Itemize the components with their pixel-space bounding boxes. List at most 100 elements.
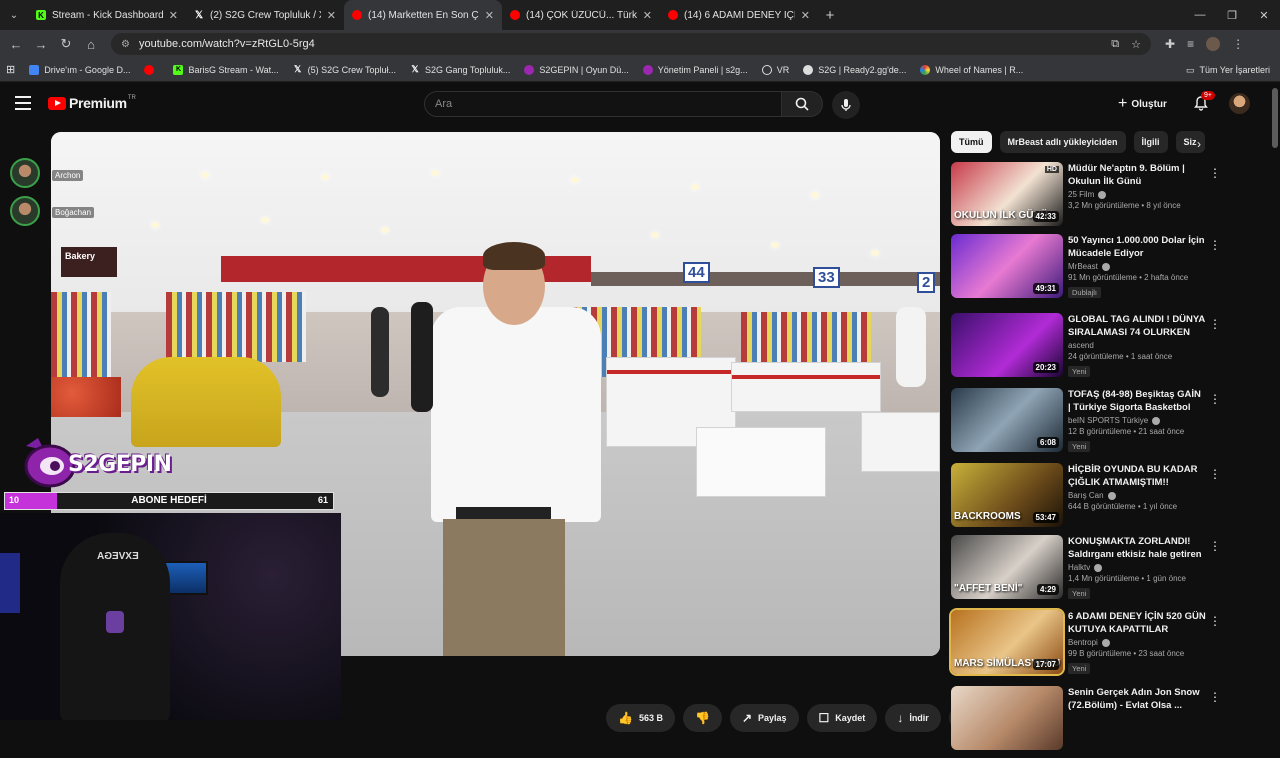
bookmark-item[interactable]: S2G | Ready2.gg'de... [803,64,906,75]
new-tab-button[interactable]: + [818,0,842,30]
s2gepin-icon [524,64,535,75]
channel-name[interactable]: Bentropi [1068,638,1206,647]
tab-close-icon[interactable]: ✕ [643,9,652,22]
more-options-icon[interactable]: ⋮ [1209,467,1221,481]
bookmark-item[interactable]: Wheel of Names | R... [920,64,1023,75]
browser-menu-icon[interactable]: ⋮ [1232,37,1244,51]
search-input[interactable]: Ara [424,91,782,117]
channel-name[interactable]: MrBeast [1068,262,1206,271]
bookmark-item[interactable]: S2GEPIN | Oyun Dü... [524,64,629,75]
extensions-icon[interactable]: ✚ [1165,37,1175,51]
search-button[interactable] [781,91,823,117]
more-options-icon[interactable]: ⋮ [1209,539,1221,553]
chip-from-uploader[interactable]: MrBeast adlı yükleyiciden [999,131,1126,153]
channel-name[interactable]: beIN SPORTS Türkiye [1068,416,1206,425]
reload-icon[interactable]: ↻ [54,30,78,58]
more-options-icon[interactable]: ⋮ [1209,317,1221,331]
close-window-icon[interactable]: ✕ [1248,0,1280,30]
bookmark-item[interactable]: 𝕏 (5) S2G Crew Topluł... [293,64,396,75]
media-controls-icon[interactable]: ≡ [1187,37,1194,51]
bookmark-item[interactable]: VR [761,64,789,75]
tab-close-icon[interactable]: ✕ [169,9,178,22]
video-thumbnail[interactable]: MARS SİMÜLASYONU 17:07 [949,608,1065,676]
profile-avatar[interactable] [1206,37,1221,51]
window-controls: — ❐ ✕ [1184,0,1280,30]
bookmark-star-icon[interactable]: ☆ [1131,38,1141,51]
recommendation-item[interactable]: "AFFET BENİ" 4:29 KONUŞMAKTA ZORLANDI! Sal… [951,535,1251,607]
page-scrollbar[interactable] [1272,88,1278,148]
minimize-icon[interactable]: — [1184,0,1216,30]
recommendation-item[interactable]: 6:08 TOFAŞ (84-98) Beşiktaş GAİN | Türkiy… [951,388,1251,460]
dislike-button[interactable]: 👎 [682,704,722,732]
bookmark-item[interactable]: 𝕏 S2G Gang Topluluk... [410,64,510,75]
video-title[interactable]: KONUŞMAKTA ZORLANDI! Saldırganı etkisiz … [1068,535,1206,561]
chevron-right-icon[interactable]: › [1197,137,1201,151]
home-icon[interactable]: ⌂ [79,30,103,58]
apps-grid-icon[interactable]: ⊞ [6,63,15,76]
video-thumbnail[interactable]: OKULUN İLK GÜNÜ HD 42:33 [951,162,1063,226]
browser-tab[interactable]: (14) ÇOK ÜZÜCÜ... Türkiye'de Y ✕ [502,0,660,30]
video-title[interactable]: Müdür Ne'aptın 9. Bölüm | Okulun İlk Gün… [1068,162,1206,188]
youtube-logo[interactable]: Premium TR [48,95,136,111]
more-options-icon[interactable]: ⋮ [1209,392,1221,406]
account-avatar[interactable] [1229,93,1250,114]
bookmark-item[interactable] [144,64,159,75]
verified-icon [1098,190,1107,199]
video-thumbnail[interactable]: 6:08 [951,388,1063,452]
browser-tab[interactable]: (14) 6 ADAMI DENEY İÇİN 520 G ✕ [660,0,818,30]
tab-close-icon[interactable]: ✕ [327,9,336,22]
menu-icon[interactable] [15,96,31,110]
video-thumbnail[interactable]: BACKROOMS 53:47 [951,463,1063,527]
maximize-icon[interactable]: ❐ [1216,0,1248,30]
browser-tab-active[interactable]: (14) Marketten En Son Çıkan 250 ✕ [344,0,502,30]
video-thumbnail[interactable]: "AFFET BENİ" 4:29 [951,535,1063,599]
video-title[interactable]: 50 Yayıncı 1.000.000 Dolar İçin Mücadele… [1068,234,1206,260]
save-button[interactable]: ☐ Kaydet [806,704,878,732]
video-thumbnail[interactable] [951,686,1063,750]
all-bookmarks-button[interactable]: ▭ Tüm Yer İşaretleri [1186,58,1270,82]
recommendation-item[interactable]: 49:31 50 Yayıncı 1.000.000 Dolar İçin Müc… [951,234,1251,306]
chip-related[interactable]: İlgili [1133,131,1168,153]
download-button[interactable]: ↓ İndir [885,704,941,732]
chip-all[interactable]: Tümü [951,131,992,153]
channel-name[interactable]: Halktv [1068,563,1206,572]
bookmark-item[interactable]: Yönetim Paneli | s2g... [642,64,748,75]
create-button[interactable]: + Oluştur [1118,93,1167,115]
recommendation-item[interactable]: 20:23 GLOBAL TAG ALINDI ! DÜNYA SIRALAMAS… [951,313,1251,385]
video-title[interactable]: HİÇBİR OYUNDA BU KADAR ÇIĞLIK ATMAMIŞTIM… [1068,463,1206,489]
video-thumbnail[interactable]: 49:31 [951,234,1063,298]
video-title[interactable]: 6 ADAMI DENEY İÇİN 520 GÜN KUTUYA KAPATT… [1068,610,1206,636]
channel-name[interactable]: ascend [1068,341,1206,350]
tab-close-icon[interactable]: ✕ [485,9,494,22]
more-options-icon[interactable]: ⋮ [1209,614,1221,628]
tab-close-icon[interactable]: ✕ [801,9,810,22]
recommendation-item[interactable]: BACKROOMS 53:47 HİÇBİR OYUNDA BU KADAR ÇIĞ… [951,463,1251,535]
more-options-icon[interactable]: ⋮ [1209,166,1221,180]
share-button[interactable]: ↗ Paylaş [729,704,799,732]
video-title[interactable]: Senin Gerçek Adın Jon Snow (72.Bölüm) - … [1068,686,1206,712]
channel-name[interactable]: 25 Film [1068,190,1206,199]
video-title[interactable]: GLOBAL TAG ALINDI ! DÜNYA SIRALAMASI 74 … [1068,313,1206,339]
forward-icon[interactable]: → [29,30,53,58]
voice-search-button[interactable] [832,91,860,119]
bookmark-item[interactable]: K BarisG Stream - Wat... [173,64,279,75]
recommendation-item[interactable]: MARS SİMÜLASYONU 17:07 6 ADAMI DENEY İÇİN … [949,608,1251,682]
kick-icon: K [173,64,184,75]
video-thumbnail[interactable]: 20:23 [951,313,1063,377]
bookmark-item[interactable]: Drive'ım - Google D... [29,64,130,75]
back-icon[interactable]: ← [4,30,28,58]
more-options-icon[interactable]: ⋮ [1209,238,1221,252]
browser-tab[interactable]: K Stream - Kick Dashboard ✕ [28,0,186,30]
like-button[interactable]: 👍 563 B [606,704,675,732]
browser-tab[interactable]: 𝕏 (2) S2G Crew Topluluk / X ✕ [186,0,344,30]
tab-title: (14) ÇOK ÜZÜCÜ... Türkiye'de Y [526,9,637,21]
tab-search-chevron-icon[interactable]: ⌄ [0,0,28,30]
recommendation-item[interactable]: OKULUN İLK GÜNÜ HD 42:33 Müdür Ne'aptın 9. … [951,162,1251,234]
more-options-icon[interactable]: ⋮ [1209,690,1221,704]
video-title[interactable]: TOFAŞ (84-98) Beşiktaş GAİN | Türkiye Si… [1068,388,1206,414]
address-bar[interactable]: ⚙ youtube.com/watch?v=zRtGL0-5rg4 ⧉ ☆ [111,33,1151,55]
install-app-icon[interactable]: ⧉ [1111,38,1119,51]
recommendation-item[interactable]: Senin Gerçek Adın Jon Snow (72.Bölüm) - … [951,686,1251,758]
channel-name[interactable]: Barış Can [1068,491,1206,500]
site-info-icon[interactable]: ⚙ [121,39,131,50]
